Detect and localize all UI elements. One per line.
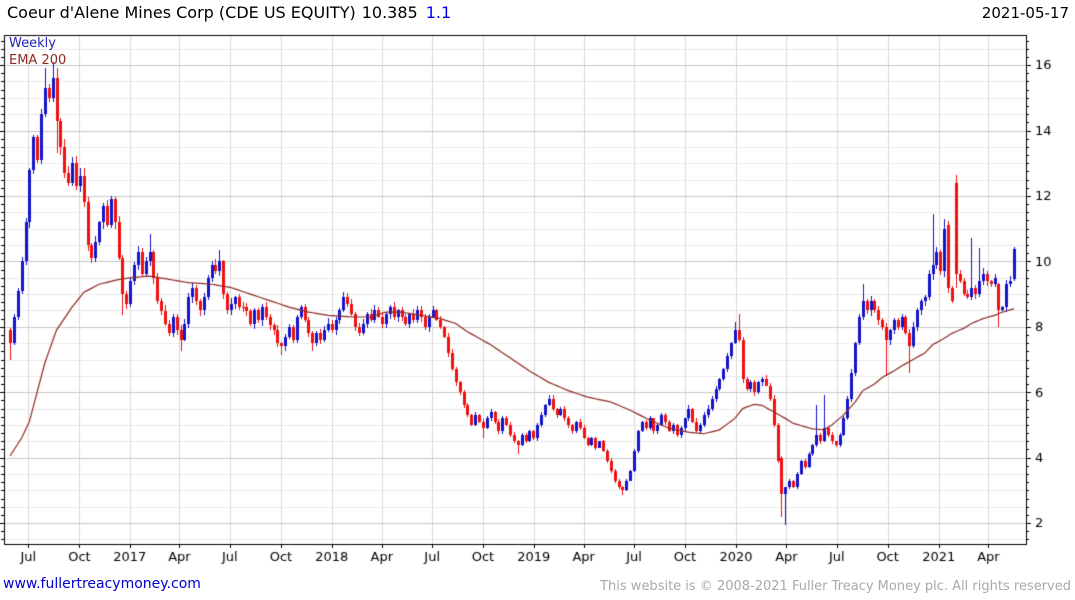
instrument-name: Coeur d'Alene Mines Corp (CDE US EQUITY) — [7, 3, 356, 22]
chart-date: 2021-05-17 — [981, 4, 1069, 22]
legend-timeframe-label: Weekly — [9, 36, 56, 51]
page-root: Coeur d'Alene Mines Corp (CDE US EQUITY)… — [0, 0, 1075, 600]
price-change: 1.1 — [425, 3, 452, 22]
price-chart-canvas — [0, 0, 1075, 600]
copyright-text: This website is © 2008-2021 Fuller Treac… — [600, 579, 1071, 594]
legend-ema-label: EMA 200 — [9, 53, 67, 68]
last-price: 10.385 — [361, 3, 418, 22]
site-link[interactable]: www.fullertreacymoney.com — [3, 576, 201, 592]
chart-title: Coeur d'Alene Mines Corp (CDE US EQUITY)… — [7, 3, 451, 22]
